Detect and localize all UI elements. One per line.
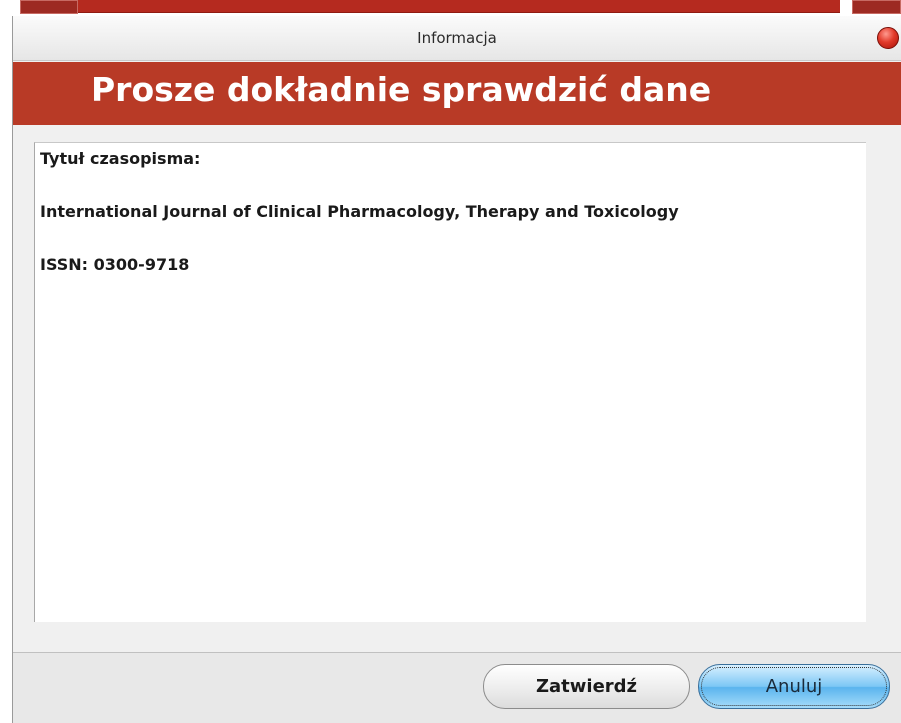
confirm-button[interactable]: Zatwierdź (483, 664, 690, 709)
journal-title-value: International Journal of Clinical Pharma… (40, 202, 679, 221)
dialog-title: Informacja (417, 29, 497, 47)
details-panel[interactable]: Tytuł czasopisma: International Journal … (34, 142, 866, 622)
background-red-bar (20, 0, 840, 13)
issn-value: ISSN: 0300-9718 (40, 255, 190, 274)
cancel-button[interactable]: Anuluj (698, 664, 890, 709)
background-app (0, 0, 901, 16)
journal-title-label: Tytuł czasopisma: (40, 149, 201, 168)
background-tab-right (852, 0, 901, 14)
information-dialog: Informacja Prosze dokładnie sprawdzić da… (12, 16, 901, 723)
dialog-titlebar[interactable]: Informacja (13, 16, 901, 61)
background-tab-left (20, 0, 78, 14)
banner-heading: Prosze dokładnie sprawdzić dane (91, 70, 712, 109)
close-icon[interactable] (877, 27, 899, 49)
header-banner: Prosze dokładnie sprawdzić dane (13, 62, 901, 125)
button-bar: Zatwierdź Anuluj (13, 652, 901, 723)
